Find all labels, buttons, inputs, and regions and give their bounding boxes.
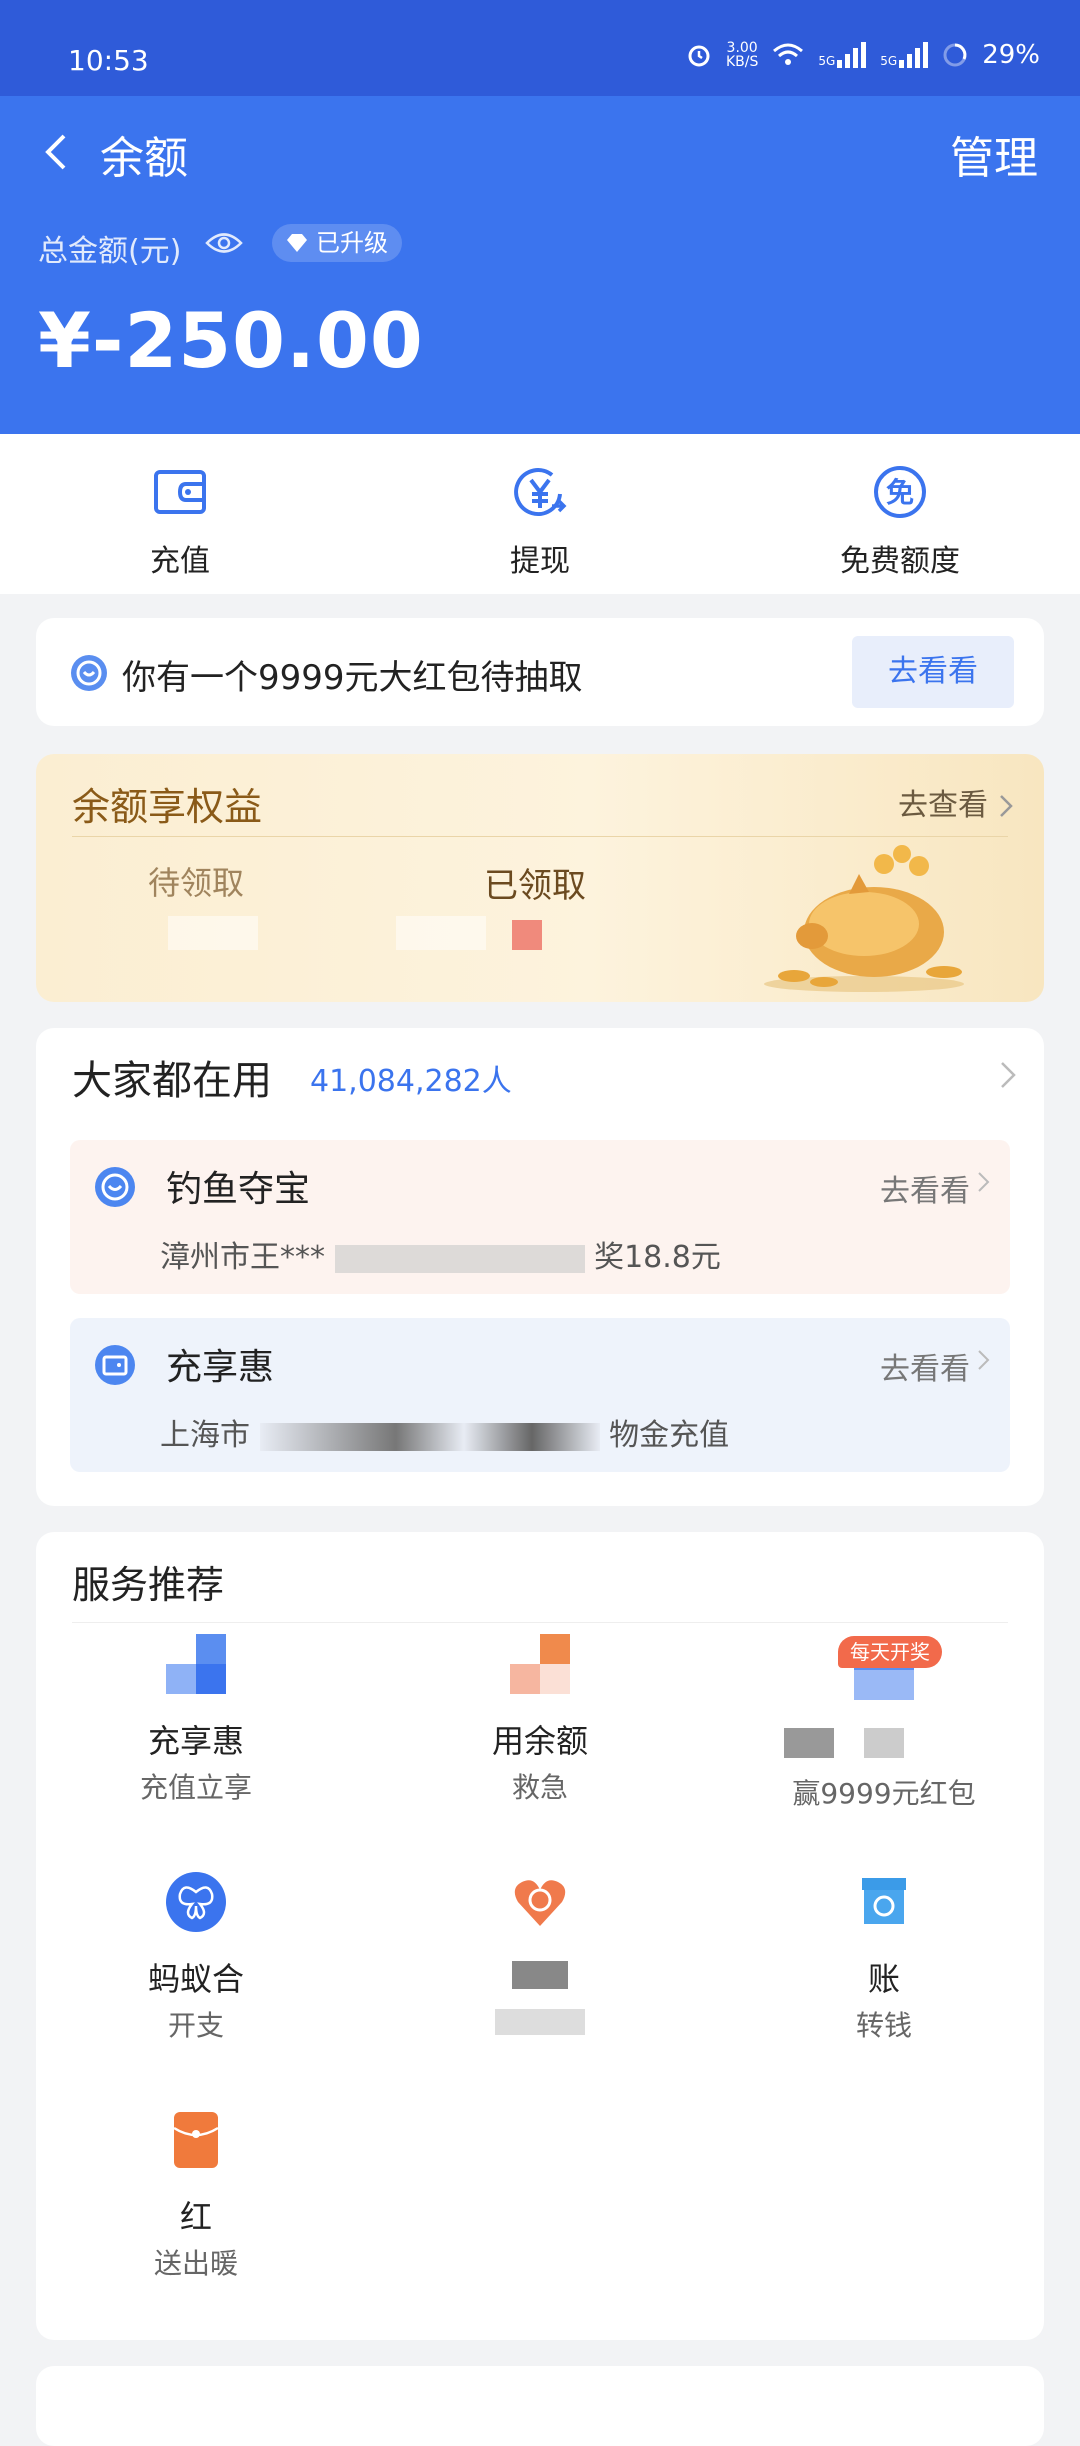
service-item[interactable]: 红 送出暖: [36, 2110, 356, 2280]
blurred-value: [168, 916, 258, 950]
activity-go[interactable]: 去看看: [880, 1344, 970, 1388]
signal-bars-icon: [837, 42, 867, 68]
service-item[interactable]: [380, 1872, 700, 2040]
pending-label: 待领取: [148, 864, 245, 902]
eye-icon[interactable]: [205, 228, 243, 258]
service-label: 红: [179, 2198, 212, 2236]
divider: [72, 1622, 1008, 1623]
received-label: 已领取: [484, 866, 586, 906]
service-item[interactable]: 用余额 救急: [380, 1634, 700, 1804]
activity-name: 钓鱼夺宝: [166, 1169, 311, 1210]
wallet-icon: [154, 470, 206, 514]
total-amount-label: 总金额(元): [38, 234, 182, 269]
quick-actions: 充值 提现 免 免费额度: [0, 434, 1080, 594]
butterfly-icon: [166, 1872, 226, 1932]
battery-ring-icon: [943, 43, 967, 67]
signal-bars-icon: [899, 42, 929, 68]
store-icon: [862, 1878, 906, 1924]
free-quota-button[interactable]: 免 免费额度: [780, 464, 1020, 580]
free-quota-icon: 免: [874, 466, 926, 518]
status-icons: 3.00 KB/S 5G 5G 29%: [686, 40, 1040, 70]
service-label: 账: [867, 1960, 900, 1998]
service-item[interactable]: 充享惠 充值立享: [36, 1634, 356, 1804]
benefits-view-link[interactable]: 去查看: [888, 780, 1014, 824]
redacted-mask: [784, 1728, 984, 1758]
promo-go-button[interactable]: 去看看: [852, 636, 1014, 708]
chevron-right-icon: [978, 1350, 990, 1370]
popular-title: 大家都在用: [72, 1058, 272, 1104]
service-desc: 开支: [167, 2009, 224, 2042]
alarm-icon: [688, 45, 710, 67]
service-label: [380, 1954, 700, 1994]
promo-text: 你有一个9999元大红包待抽取: [122, 658, 583, 698]
redacted-mask: [512, 1961, 568, 1989]
service-desc: 转钱: [855, 2009, 912, 2042]
chevron-right-icon: [978, 1172, 990, 1192]
wifi-icon: [773, 43, 804, 65]
pixelated-service-icon: [510, 1634, 570, 1694]
service-desc: 充值立享: [139, 1771, 252, 1804]
activity-desc: 漳州市王*** 奖18.8元: [160, 1240, 721, 1275]
service-item[interactable]: 账 转钱: [724, 1872, 1044, 2042]
battery-percent: 29%: [982, 40, 1040, 70]
status-time: 10:53: [68, 44, 149, 77]
redacted-mask: [334, 1244, 585, 1273]
service-desc: 救急: [511, 1771, 568, 1804]
wallet-icon: [95, 1345, 135, 1385]
services-title: 服务推荐: [72, 1563, 225, 1607]
heart-service-icon: [514, 1880, 566, 1926]
bottom-card: [36, 2366, 1044, 2446]
received-value-mask: [512, 920, 542, 950]
status-bar: 10:53 3.00 KB/S 5G 5G 29%: [0, 0, 1080, 96]
free-quota-label: 免费额度: [840, 544, 960, 579]
withdraw-button[interactable]: 提现: [420, 464, 660, 580]
divider: [72, 836, 1008, 837]
service-item[interactable]: 蚂蚁合 开支: [36, 1872, 356, 2042]
red-packet-icon: [71, 655, 107, 691]
fishing-icon: [95, 1167, 135, 1207]
user-count: 41,084,282人: [310, 1064, 512, 1099]
manage-button[interactable]: 管理: [950, 122, 1038, 186]
redacted-mask: [495, 2009, 585, 2035]
signal-2: 5G: [880, 42, 929, 68]
red-packet-promo[interactable]: 你有一个9999元大红包待抽取 去看看: [36, 618, 1044, 726]
activity-recharge[interactable]: 充享惠 去看看 上海市 物金充值: [70, 1318, 1010, 1472]
red-envelope-icon: [173, 2112, 219, 2168]
service-label: 用余额: [491, 1722, 588, 1760]
withdraw-label: 提现: [510, 544, 570, 579]
activity-fishing[interactable]: 钓鱼夺宝 去看看 漳州市王*** 奖18.8元: [70, 1140, 1010, 1294]
network-speed: 3.00 KB/S: [725, 40, 759, 70]
service-desc: [380, 2004, 700, 2040]
total-amount: ¥-250.00: [38, 296, 424, 385]
chevron-right-icon: [1000, 795, 1013, 817]
service-label: [724, 1722, 1044, 1762]
recharge-label: 充值: [150, 544, 210, 579]
service-desc: 赢9999元红包: [792, 1777, 976, 1810]
daily-draw-badge: 每天开奖: [838, 1636, 942, 1668]
signal-1: 5G: [818, 42, 867, 68]
activity-go[interactable]: 去看看: [880, 1166, 970, 1210]
yuan-withdraw-icon: [514, 468, 567, 516]
activity-desc: 上海市 物金充值: [160, 1418, 730, 1453]
benefits-title: 余额享权益: [72, 785, 263, 829]
back-chevron-icon[interactable]: [36, 130, 80, 174]
balance-benefits-card[interactable]: 余额享权益 去查看 待领取 已领取: [36, 754, 1044, 1002]
popular-services-card: 大家都在用 41,084,282人 钓鱼夺宝 去看看 漳州市王*** 奖18.8…: [36, 1028, 1044, 1506]
balance-header: 余额 管理 总金额(元) 已升级 ¥-250.00: [0, 96, 1080, 434]
service-desc: 送出暖: [153, 2247, 238, 2280]
service-label: 蚂蚁合: [147, 1960, 244, 1998]
upgraded-badge[interactable]: 已升级: [272, 224, 402, 262]
chevron-right-icon[interactable]: [998, 1060, 1020, 1090]
blurred-value: [396, 916, 486, 950]
recharge-button[interactable]: 充值: [60, 464, 300, 580]
pixelated-service-icon: [166, 1634, 226, 1694]
redacted-mask: [259, 1422, 600, 1451]
piggy-bank-icon: [764, 845, 964, 992]
page-title: 余额: [100, 133, 188, 184]
service-label: 充享惠: [147, 1722, 244, 1760]
activity-name: 充享惠: [166, 1347, 275, 1388]
badge-label: 已升级: [316, 229, 388, 257]
diamond-icon: [287, 234, 307, 252]
svg-text:免: 免: [886, 476, 914, 509]
